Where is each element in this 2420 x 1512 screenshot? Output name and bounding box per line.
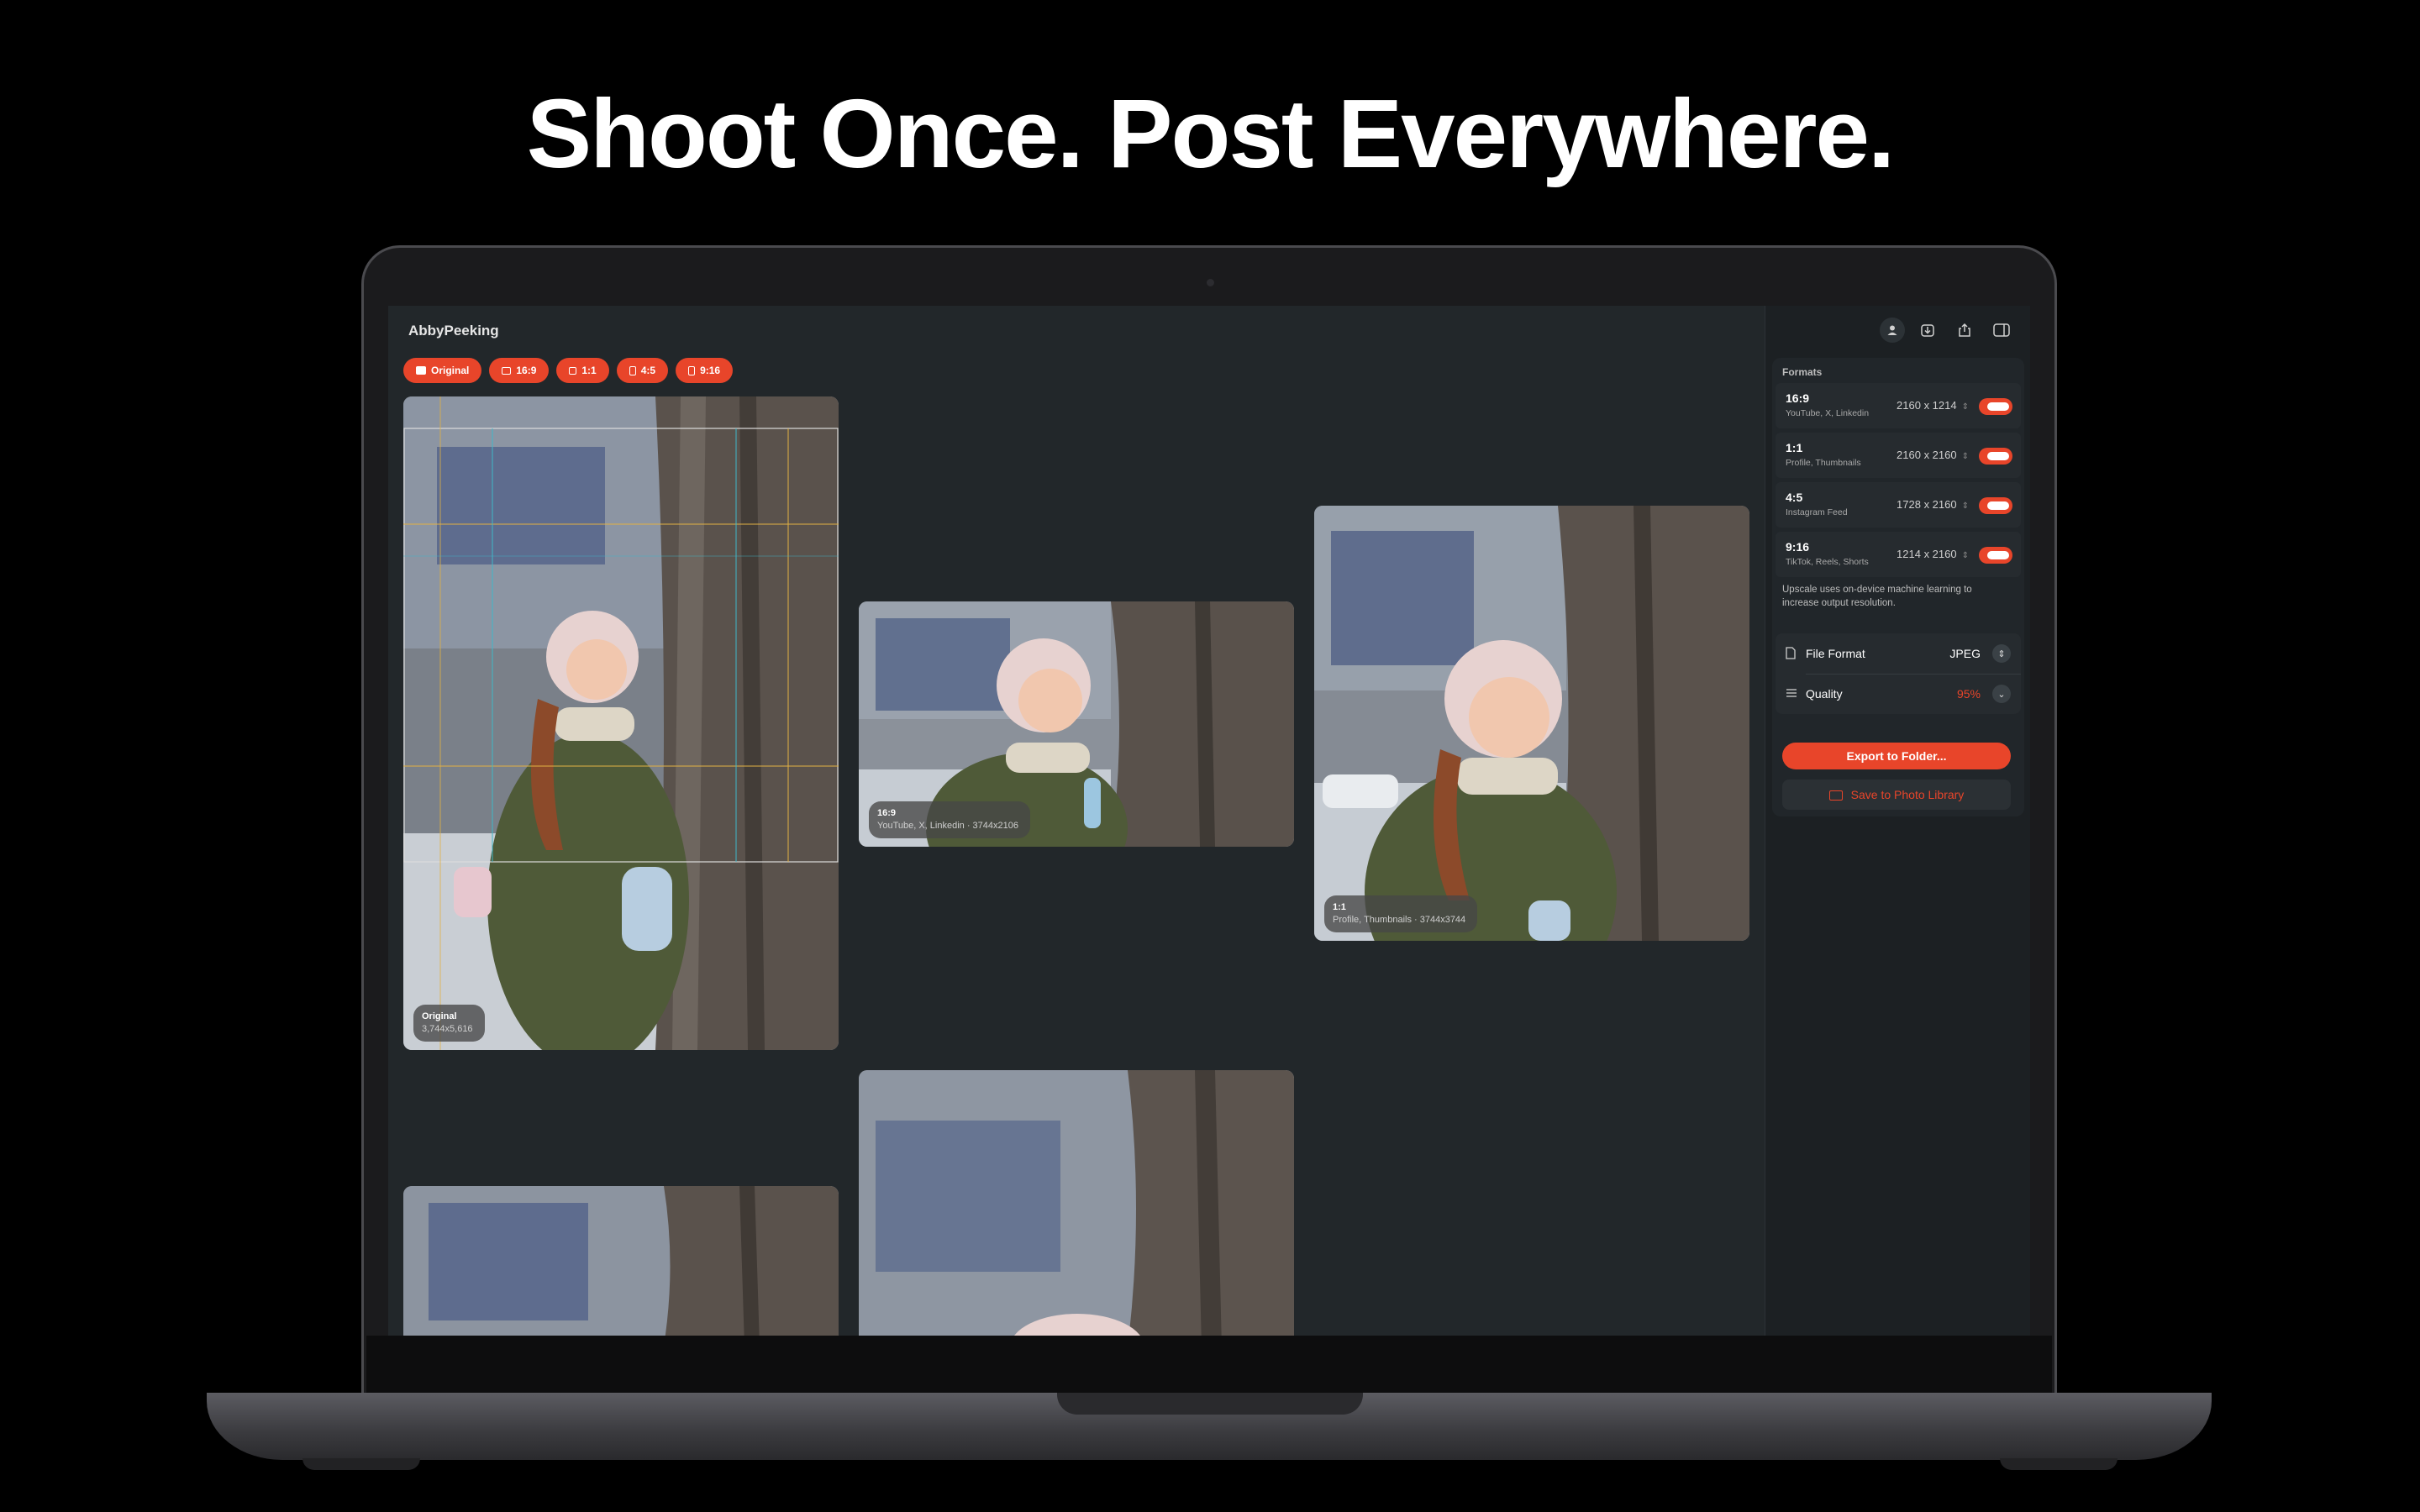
portrait-frame-icon (629, 365, 636, 375)
preview-info: YouTube, X, Linkedin · 3744x2106 (877, 821, 1018, 831)
preview-info: Profile, Thumbnails · 3744x3744 (1333, 915, 1466, 925)
format-dimension-stepper[interactable]: 2160 x 1214 (1897, 399, 1969, 412)
chip-label: 16:9 (516, 365, 537, 376)
preview-1-1[interactable]: 1:1 Profile, Thumbnails · 3744x3744 (1314, 506, 1749, 941)
format-toggle[interactable] (1979, 497, 2012, 514)
aspect-filter-chips: Original 16:9 1:1 4:5 9:16 (403, 358, 734, 383)
format-sub: Instagram Feed (1786, 507, 1848, 517)
preview-canvas: AbbyPeeking Original 16:9 1:1 4:5 9:16 O… (388, 306, 1765, 1336)
format-dimension-stepper[interactable]: 2160 x 2160 (1897, 449, 1969, 461)
preview-name: 16:9 (877, 808, 897, 818)
file-format-label: File Format (1806, 647, 1865, 660)
quality-row[interactable]: Quality 95% ⌄ (1776, 674, 2021, 714)
chip-label: Original (431, 365, 470, 376)
preview-caption: 16:9 YouTube, X, Linkedin · 3744x2106 (869, 801, 1030, 838)
app-title: AbbyPeeking (408, 323, 499, 339)
sliders-icon (1786, 687, 1797, 701)
square-frame-icon (569, 366, 577, 375)
format-sub: YouTube, X, Linkedin (1786, 408, 1870, 418)
preview-caption: 1:1 Profile, Thumbnails · 3744x3744 (1324, 895, 1478, 932)
laptop-notch (1057, 1393, 1363, 1415)
format-toggle[interactable] (1979, 448, 2012, 465)
sidebar: Formats 16:9 YouTube, X, Linkedin 2160 x… (1765, 306, 2030, 1336)
up-down-chevron-icon[interactable]: ⇕ (1992, 644, 2011, 663)
photo-scene (403, 1186, 839, 1336)
format-name: 16:9 (1786, 391, 1810, 405)
format-name: 4:5 (1786, 491, 1803, 504)
headline: Shoot Once. Post Everywhere. (526, 79, 1896, 188)
format-row-1-1: 1:1 Profile, Thumbnails 2160 x 2160 (1776, 433, 2021, 478)
photo-scene (859, 1070, 1294, 1336)
chip-1-1[interactable]: 1:1 (556, 358, 609, 383)
file-format-value: JPEG (1949, 647, 1981, 660)
person-icon[interactable] (1880, 318, 1905, 343)
file-format-row[interactable]: File Format JPEG ⇕ (1776, 633, 2021, 674)
landscape-frame-icon (502, 366, 512, 375)
preview-caption: Original 3,744x5,616 (413, 1005, 485, 1042)
share-icon[interactable] (1950, 318, 1979, 343)
format-name: 1:1 (1786, 441, 1803, 454)
format-dimension-stepper[interactable]: 1214 x 2160 (1897, 548, 1969, 560)
chip-16-9[interactable]: 16:9 (489, 358, 550, 383)
format-sub: TikTok, Reels, Shorts (1786, 557, 1869, 567)
format-toggle[interactable] (1979, 398, 2012, 415)
preview-4-5[interactable] (403, 1186, 839, 1336)
preview-9-16[interactable] (859, 1070, 1294, 1336)
chevron-down-icon[interactable]: ⌄ (1992, 685, 2011, 703)
camera (1207, 279, 1214, 286)
format-name: 9:16 (1786, 540, 1810, 554)
formats-label: Formats (1782, 366, 1823, 378)
preview-info: 3,744x5,616 (422, 1024, 473, 1034)
document-icon (1786, 647, 1796, 662)
format-row-16-9: 16:9 YouTube, X, Linkedin 2160 x 1214 (1776, 383, 2021, 428)
format-sub: Profile, Thumbnails (1786, 458, 1861, 468)
photo-icon (416, 366, 426, 375)
toolbar (1880, 318, 2016, 343)
format-toggle[interactable] (1979, 547, 2012, 564)
laptop-bezel (366, 1336, 2052, 1396)
quality-label: Quality (1806, 687, 1843, 701)
preview-name: Original (422, 1011, 457, 1021)
preview-name: 1:1 (1333, 902, 1346, 912)
download-icon[interactable] (1913, 318, 1942, 343)
chip-label: 1:1 (581, 365, 597, 376)
laptop-foot-left (302, 1458, 420, 1470)
chip-label: 9:16 (700, 365, 721, 376)
chip-original[interactable]: Original (403, 358, 482, 383)
save-to-photo-library-button[interactable]: Save to Photo Library (1782, 780, 2011, 810)
format-row-9-16: 9:16 TikTok, Reels, Shorts 1214 x 2160 (1776, 532, 2021, 577)
photo-scene (1314, 506, 1749, 941)
output-options: File Format JPEG ⇕ Quality 95% ⌄ (1776, 633, 2021, 714)
format-dimension-stepper[interactable]: 1728 x 2160 (1897, 498, 1969, 511)
chip-4-5[interactable]: 4:5 (616, 358, 669, 383)
preview-16-9[interactable]: 16:9 YouTube, X, Linkedin · 3744x2106 (859, 601, 1294, 847)
export-to-folder-button[interactable]: Export to Folder... (1782, 743, 2011, 769)
crop-guides (403, 396, 839, 1050)
app-window: AbbyPeeking Original 16:9 1:1 4:5 9:16 O… (388, 306, 2030, 1336)
chip-label: 4:5 (640, 365, 656, 376)
save-button-label: Save to Photo Library (1850, 788, 1965, 801)
chip-9-16[interactable]: 9:16 (676, 358, 734, 383)
photo-library-icon (1828, 790, 1843, 801)
upscale-note: Upscale uses on-device machine learning … (1782, 585, 1972, 608)
laptop-foot-right (2000, 1458, 2118, 1470)
format-row-4-5: 4:5 Instagram Feed 1728 x 2160 (1776, 482, 2021, 528)
tall-frame-icon (688, 365, 696, 375)
quality-value: 95% (1956, 687, 1981, 701)
sidebar-toggle-icon[interactable] (1987, 318, 2016, 343)
preview-original[interactable]: Original 3,744x5,616 (403, 396, 839, 1050)
export-panel: Formats 16:9 YouTube, X, Linkedin 2160 x… (1772, 358, 2024, 816)
